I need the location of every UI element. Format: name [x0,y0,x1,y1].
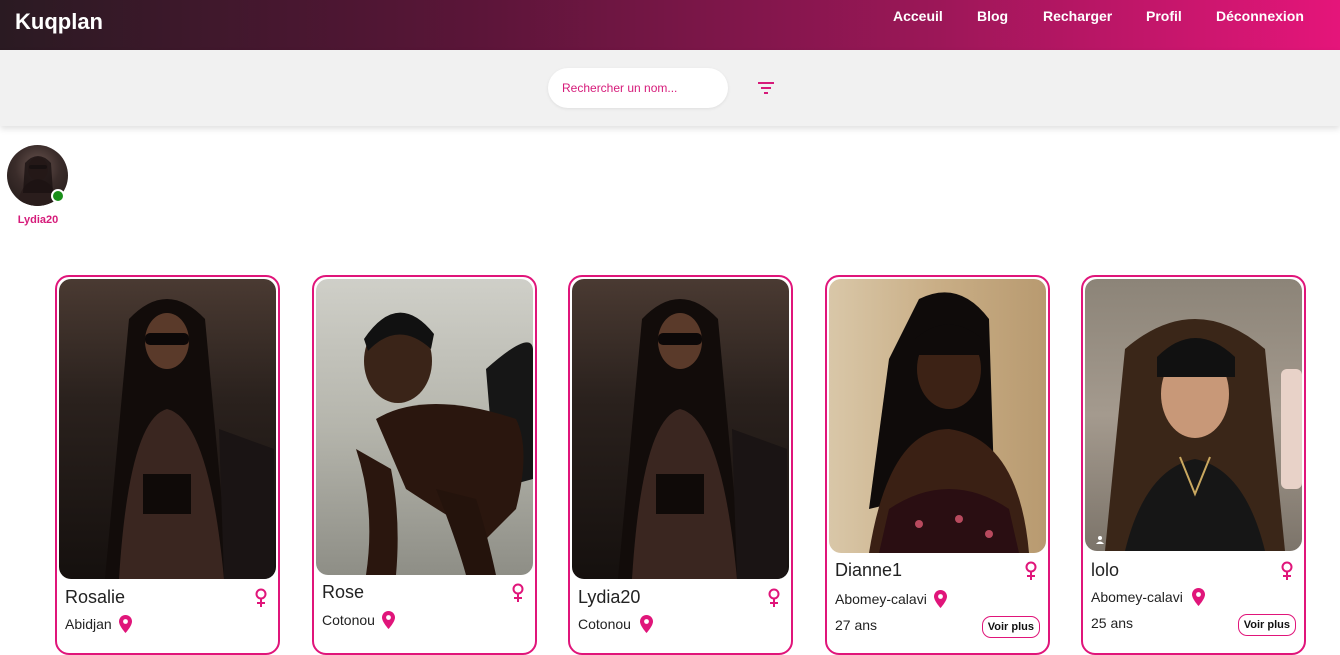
site-logo[interactable]: Kuqplan [15,9,103,35]
online-status-dot [51,189,65,203]
profile-card[interactable]: Rose Cotonou [312,275,537,655]
filter-icon[interactable] [756,81,776,95]
profile-card[interactable]: lolo Abomey-calavi 25 ans Voir plus [1081,275,1306,655]
nav-link-home[interactable]: Acceuil [893,8,943,24]
profile-age: 25 ans [1091,615,1134,631]
female-icon [512,583,524,602]
nav-link-blog[interactable]: Blog [977,8,1008,24]
profile-name: lolo [1091,560,1120,580]
search-input[interactable] [548,68,728,108]
nav-link-logout[interactable]: Déconnexion [1216,8,1304,24]
location-pin-icon [1192,588,1205,606]
profile-age: 27 ans [835,617,878,633]
female-icon [1281,561,1293,580]
story-username: Lydia20 [17,214,59,226]
profile-name: Lydia20 [578,587,641,607]
nav-link-recharge[interactable]: Recharger [1043,8,1112,24]
profile-city: Cotonou [322,612,375,628]
location-pin-icon [934,590,947,608]
profile-name: Dianne1 [835,560,903,580]
search-bar-section [0,50,1340,126]
see-more-button[interactable]: Voir plus [1237,614,1296,636]
profile-card[interactable]: Dianne1 Abomey-calavi 27 ans Voir plus [825,275,1050,655]
profile-photo[interactable] [829,279,1046,553]
profile-photo[interactable] [59,279,276,579]
profile-city: Abomey-calavi [1091,589,1183,605]
profile-photo[interactable] [1085,279,1302,551]
profile-card[interactable]: Lydia20 Cotonou [568,275,793,655]
profile-name: Rosalie [65,587,126,607]
location-pin-icon [382,611,395,629]
profile-name: Rose [322,582,365,602]
profile-city: Abomey-calavi [835,591,927,607]
female-icon [768,588,780,607]
profile-card[interactable]: Rosalie Abidjan [55,275,280,655]
profile-photo[interactable] [572,279,789,579]
location-pin-icon [640,615,653,633]
top-nav-bar: Kuqplan Acceuil Blog Recharger Profil Dé… [0,0,1340,50]
profile-photo[interactable] [316,279,533,575]
profile-city: Cotonou [578,616,631,632]
location-pin-icon [119,615,132,633]
female-icon [1025,561,1037,580]
person-icon [1096,536,1104,544]
female-icon [255,588,267,607]
nav-link-profile[interactable]: Profil [1146,8,1182,24]
profile-city: Abidjan [65,616,112,632]
